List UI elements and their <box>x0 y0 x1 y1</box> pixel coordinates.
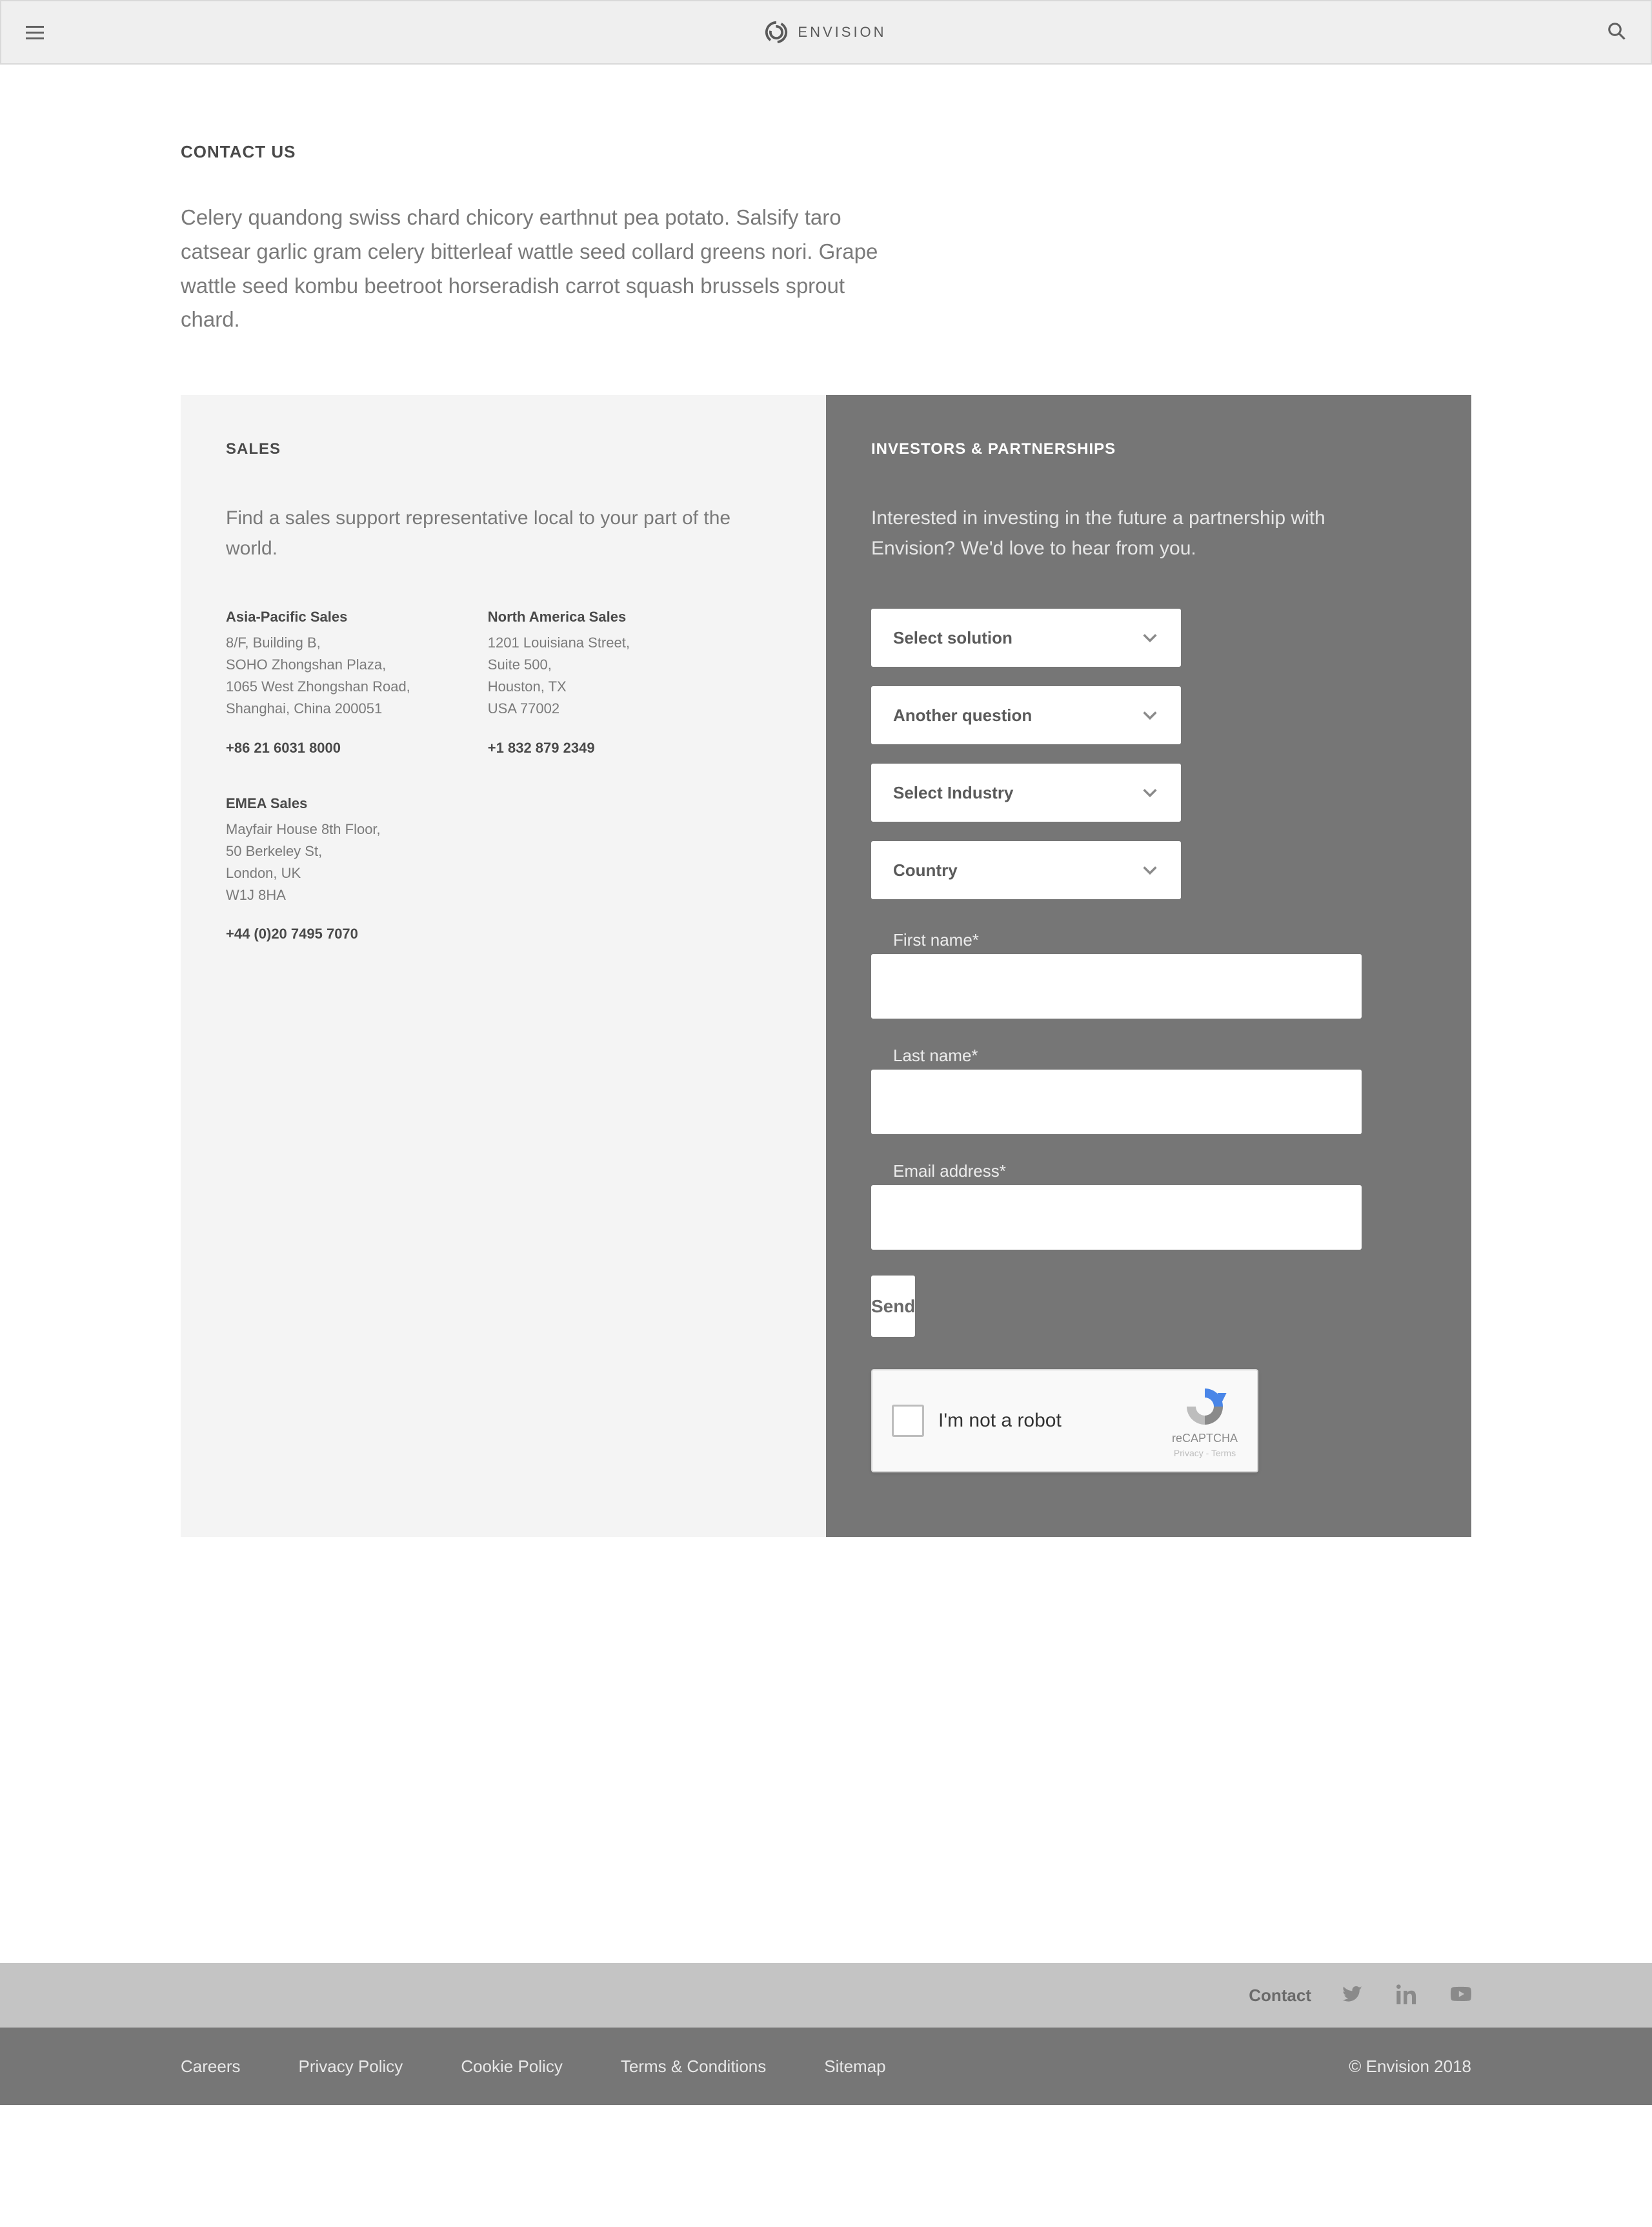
investors-subtitle: Interested in investing in the future a … <box>871 503 1413 564</box>
first-name-label: First name* <box>893 930 1362 950</box>
address-title: Asia-Pacific Sales <box>226 609 410 625</box>
address-title: EMEA Sales <box>226 795 381 812</box>
send-button[interactable]: Send <box>871 1276 915 1337</box>
address-line: London, UK <box>226 862 381 884</box>
email-input[interactable] <box>871 1185 1362 1250</box>
sales-column: SALES Find a sales support representativ… <box>181 395 826 1537</box>
youtube-icon[interactable] <box>1451 1984 1471 2008</box>
address-line: Suite 500, <box>488 654 630 676</box>
select-label: Country <box>893 860 958 880</box>
recaptcha-checkbox[interactable] <box>892 1405 924 1437</box>
address-phone[interactable]: +86 21 6031 8000 <box>226 740 410 757</box>
intro-section: CONTACT US Celery quandong swiss chard c… <box>181 65 1471 395</box>
address-phone[interactable]: +44 (0)20 7495 7070 <box>226 926 381 942</box>
recaptcha-badge: reCAPTCHA Privacy - Terms <box>1172 1384 1238 1458</box>
footer-link-cookie[interactable]: Cookie Policy <box>461 2057 563 2077</box>
last-name-label: Last name* <box>893 1046 1362 1066</box>
page-title: CONTACT US <box>181 142 1471 162</box>
address-phone[interactable]: +1 832 879 2349 <box>488 740 630 757</box>
select-solution[interactable]: Select solution <box>871 609 1181 667</box>
logo-mark-icon <box>764 20 789 45</box>
address-grid: Asia-Pacific Sales 8/F, Building B, SOHO… <box>226 609 781 942</box>
recaptcha-widget[interactable]: I'm not a robot reCAPTCHA Privacy - Term… <box>871 1369 1258 1472</box>
select-label: Select solution <box>893 628 1012 648</box>
chevron-down-icon <box>1141 629 1159 647</box>
recaptcha-legal: Privacy - Terms <box>1174 1448 1236 1458</box>
linkedin-icon[interactable] <box>1396 1984 1417 2008</box>
first-name-input[interactable] <box>871 954 1362 1019</box>
address-line: USA 77002 <box>488 698 630 720</box>
select-country[interactable]: Country <box>871 841 1181 899</box>
last-name-input[interactable] <box>871 1070 1362 1134</box>
address-line: 1201 Louisiana Street, <box>488 632 630 654</box>
copyright: © Envision 2018 <box>1349 2057 1471 2077</box>
select-industry[interactable]: Select Industry <box>871 764 1181 822</box>
sales-subtitle: Find a sales support representative loca… <box>226 503 768 564</box>
footer-link-careers[interactable]: Careers <box>181 2057 240 2077</box>
address-asia: Asia-Pacific Sales 8/F, Building B, SOHO… <box>226 609 410 756</box>
select-group: Select solution Another question Select … <box>871 609 1181 899</box>
recaptcha-icon <box>1182 1384 1227 1429</box>
select-label: Another question <box>893 706 1032 726</box>
address-line: Shanghai, China 200051 <box>226 698 410 720</box>
footer-contact-link[interactable]: Contact <box>1249 1986 1311 2006</box>
chevron-down-icon <box>1141 784 1159 802</box>
chevron-down-icon <box>1141 706 1159 724</box>
twitter-icon[interactable] <box>1342 1984 1363 2008</box>
contact-panel: SALES Find a sales support representativ… <box>181 395 1471 1537</box>
address-line: 50 Berkeley St, <box>226 840 381 862</box>
address-line: W1J 8HA <box>226 884 381 906</box>
address-line: 8/F, Building B, <box>226 632 410 654</box>
email-label: Email address* <box>893 1161 1362 1181</box>
sales-title: SALES <box>226 440 781 458</box>
address-line: SOHO Zhongshan Plaza, <box>226 654 410 676</box>
search-button[interactable] <box>1607 21 1626 44</box>
brand-logo[interactable]: ENVISION <box>764 20 886 45</box>
address-line: 1065 West Zhongshan Road, <box>226 676 410 698</box>
footer-link-privacy[interactable]: Privacy Policy <box>298 2057 403 2077</box>
footer-lower: Careers Privacy Policy Cookie Policy Ter… <box>0 2028 1652 2105</box>
search-icon <box>1607 21 1626 41</box>
topbar: ENVISION <box>0 0 1652 65</box>
address-emea: EMEA Sales Mayfair House 8th Floor, 50 B… <box>226 795 381 942</box>
investors-column: INVESTORS & PARTNERSHIPS Interested in i… <box>826 395 1471 1537</box>
footer-upper: Contact <box>0 1963 1652 2028</box>
footer-link-sitemap[interactable]: Sitemap <box>824 2057 885 2077</box>
footer-link-terms[interactable]: Terms & Conditions <box>621 2057 766 2077</box>
investors-title: INVESTORS & PARTNERSHIPS <box>871 440 1426 458</box>
select-question[interactable]: Another question <box>871 686 1181 744</box>
address-north-america: North America Sales 1201 Louisiana Stree… <box>488 609 630 756</box>
recaptcha-brand: reCAPTCHA <box>1172 1432 1238 1445</box>
address-line: Mayfair House 8th Floor, <box>226 819 381 840</box>
address-line: Houston, TX <box>488 676 630 698</box>
intro-body: Celery quandong swiss chard chicory eart… <box>181 201 903 337</box>
select-label: Select Industry <box>893 783 1013 803</box>
recaptcha-label: I'm not a robot <box>938 1410 1158 1432</box>
chevron-down-icon <box>1141 861 1159 879</box>
menu-button[interactable] <box>26 26 44 39</box>
brand-name: ENVISION <box>798 24 886 41</box>
address-title: North America Sales <box>488 609 630 625</box>
